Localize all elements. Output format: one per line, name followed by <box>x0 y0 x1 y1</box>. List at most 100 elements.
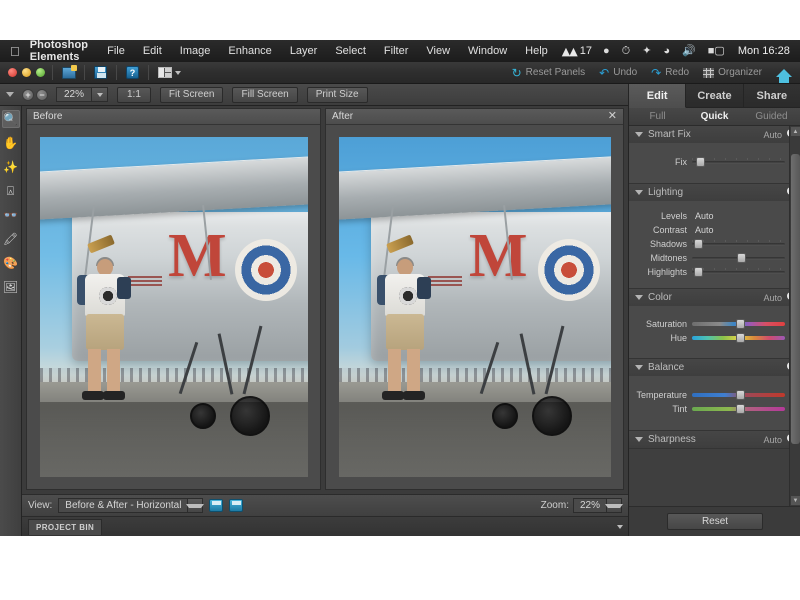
smart-fix-auto-button[interactable]: Auto <box>763 130 782 140</box>
project-bin-expand-button[interactable] <box>614 524 628 529</box>
menubar-app-badge[interactable]: ▲▲ 17 <box>557 45 597 58</box>
slider-thumb[interactable] <box>693 239 703 249</box>
redo-button[interactable]: ↷ Redo <box>645 67 695 79</box>
panel-scrollbar-thumb[interactable] <box>791 154 800 444</box>
section-lighting-header[interactable]: Lighting <box>629 184 800 201</box>
menu-image[interactable]: Image <box>171 45 220 57</box>
slider-thumb[interactable] <box>693 267 703 277</box>
volume-icon[interactable]: 🔊 <box>676 45 702 57</box>
menu-help[interactable]: Help <box>516 45 557 57</box>
levels-auto-button[interactable]: Auto <box>692 211 717 221</box>
menu-layer[interactable]: Layer <box>281 45 327 57</box>
undo-button[interactable]: ↶ Undo <box>593 67 643 79</box>
zoom-out-button[interactable]: − <box>36 88 48 101</box>
home-button[interactable] <box>770 68 794 83</box>
menu-window[interactable]: Window <box>459 45 516 57</box>
menu-enhance[interactable]: Enhance <box>219 45 280 57</box>
whiten-teeth-tool[interactable]: 🖼 <box>2 278 20 296</box>
shadows-slider[interactable] <box>692 239 785 249</box>
menu-filter[interactable]: Filter <box>375 45 417 57</box>
one-to-one-button[interactable]: 1:1 <box>117 86 151 103</box>
slider-thumb[interactable] <box>695 157 705 167</box>
bluetooth-icon[interactable]: ✦ <box>636 45 657 57</box>
color-auto-button[interactable]: Auto <box>763 293 782 303</box>
wifi-icon[interactable]: ◕ <box>657 45 676 57</box>
menu-edit[interactable]: Edit <box>134 45 171 57</box>
crop-tool[interactable]: ⍓ <box>2 182 20 200</box>
subtab-quick[interactable]: Quick <box>686 108 743 125</box>
organizer-button[interactable]: Organizer <box>697 67 768 78</box>
zoom-dropdown-button[interactable] <box>92 87 108 102</box>
slider-thumb[interactable] <box>736 253 746 263</box>
subtab-guided[interactable]: Guided <box>743 108 800 125</box>
zoom-window-button[interactable] <box>36 68 45 77</box>
panel-scrollbar[interactable]: ▲ ▼ <box>789 126 800 506</box>
view-mode-select[interactable]: Before & After - Horizontal <box>58 498 205 513</box>
quick-selection-tool[interactable]: ✨ <box>2 158 20 176</box>
healing-brush-tool[interactable]: 🖍 <box>2 230 20 248</box>
after-photo-wrap[interactable]: M <box>326 125 623 489</box>
close-window-button[interactable] <box>8 68 17 77</box>
slider-thumb[interactable] <box>735 319 745 329</box>
section-smart-fix-header[interactable]: Smart Fix Auto <box>629 126 800 143</box>
new-file-button[interactable] <box>60 64 77 81</box>
before-after-horizontal-icon[interactable] <box>209 499 224 512</box>
saturation-slider[interactable] <box>692 319 785 329</box>
project-bin-tab[interactable]: PROJECT BIN <box>28 518 103 535</box>
temperature-slider[interactable] <box>692 390 785 400</box>
zoom-tool[interactable]: 🔍 <box>1 110 20 128</box>
tab-edit[interactable]: Edit <box>629 84 687 108</box>
view-zoom-select[interactable]: 22% <box>572 498 623 513</box>
tab-create[interactable]: Create <box>686 84 744 108</box>
fill-screen-button[interactable]: Fill Screen <box>232 86 298 103</box>
close-icon[interactable]: ✕ <box>608 111 617 122</box>
clock-icon[interactable]: ⏱ <box>616 45 637 57</box>
menubar-clock[interactable]: Mon 16:28 <box>731 45 797 57</box>
zoom-in-button[interactable]: + <box>22 88 34 101</box>
tint-slider[interactable] <box>692 404 785 414</box>
highlights-slider[interactable] <box>692 267 785 277</box>
midtones-slider[interactable] <box>692 253 785 263</box>
menu-view[interactable]: View <box>417 45 459 57</box>
section-balance-header[interactable]: Balance <box>629 359 800 376</box>
fix-label: Fix <box>675 157 687 167</box>
before-photo[interactable]: M <box>39 137 308 477</box>
hue-slider[interactable] <box>692 333 785 343</box>
section-color-header[interactable]: Color Auto <box>629 289 800 306</box>
hand-tool[interactable]: ✋ <box>2 134 20 152</box>
section-sharpness-header[interactable]: Sharpness Auto <box>629 431 800 448</box>
reset-button[interactable]: Reset <box>667 513 763 530</box>
before-photo-wrap[interactable]: M <box>27 125 320 489</box>
reset-panels-button[interactable]: ↻ Reset Panels <box>506 67 592 79</box>
help-button[interactable]: ? <box>124 65 141 81</box>
menubar-app-name[interactable]: Photoshop Elements <box>30 39 98 63</box>
slider-thumb[interactable] <box>735 333 745 343</box>
contrast-auto-button[interactable]: Auto <box>692 225 717 235</box>
options-bar-collapse-icon[interactable] <box>6 92 14 97</box>
after-photo[interactable]: M <box>338 137 611 477</box>
red-eye-removal-tool[interactable]: 👓 <box>2 206 20 224</box>
print-size-button[interactable]: Print Size <box>306 86 368 103</box>
smart-brush-tool[interactable]: 🎨 <box>2 254 20 272</box>
sharpness-auto-button[interactable]: Auto <box>763 435 782 445</box>
fix-slider[interactable] <box>692 157 785 167</box>
apple-logo-icon[interactable]:  <box>0 45 30 58</box>
slider-thumb[interactable] <box>735 390 745 400</box>
toolbar-divider <box>116 65 117 80</box>
save-button[interactable] <box>92 65 109 81</box>
before-after-vertical-icon[interactable] <box>229 499 244 512</box>
droplet-icon[interactable]: ● <box>597 45 616 57</box>
menu-select[interactable]: Select <box>326 45 375 57</box>
subtab-full[interactable]: Full <box>629 108 686 125</box>
minimize-window-button[interactable] <box>22 68 31 77</box>
scroll-down-button[interactable]: ▼ <box>791 496 800 505</box>
tab-share[interactable]: Share <box>743 84 800 108</box>
scroll-up-button[interactable]: ▲ <box>791 127 800 136</box>
battery-icon[interactable]: ■▢ <box>702 45 731 57</box>
arrange-layout-button[interactable] <box>156 65 182 81</box>
slider-thumb[interactable] <box>735 404 745 414</box>
menu-file[interactable]: File <box>98 45 134 57</box>
window-traffic-lights <box>0 68 45 77</box>
fit-screen-button[interactable]: Fit Screen <box>159 86 224 103</box>
zoom-input[interactable]: 22% <box>56 87 92 102</box>
